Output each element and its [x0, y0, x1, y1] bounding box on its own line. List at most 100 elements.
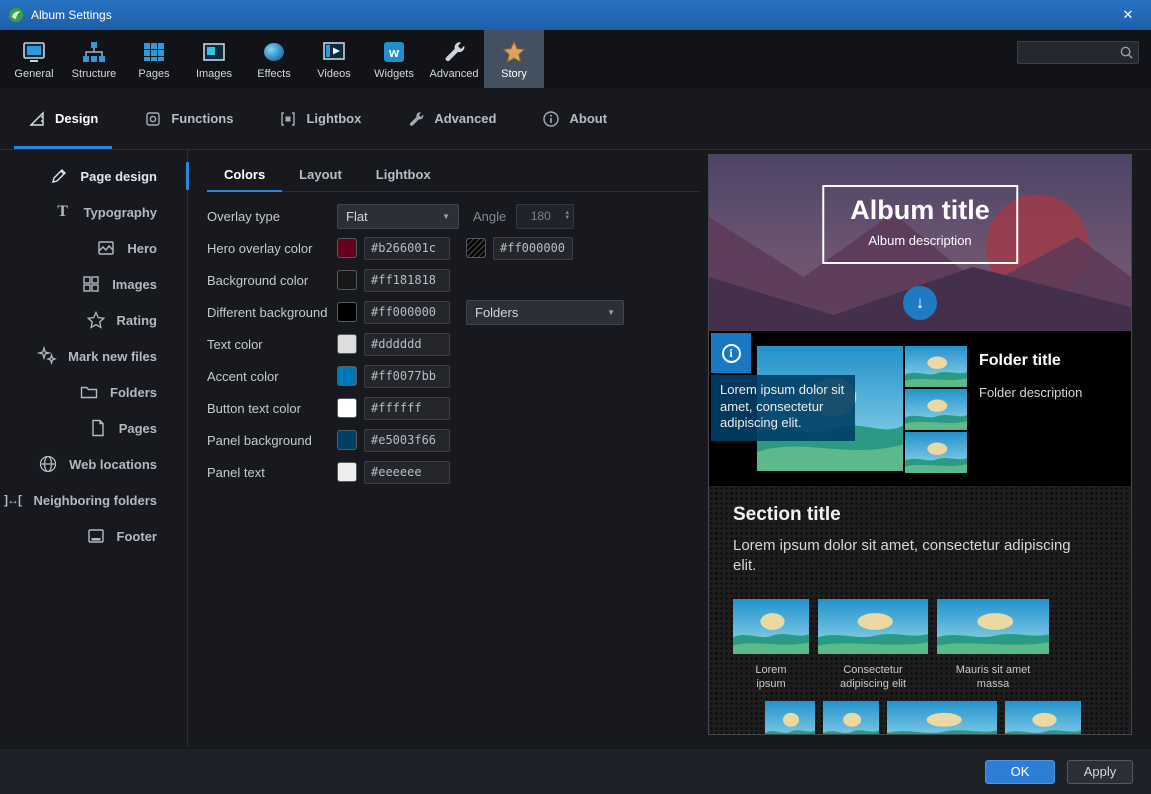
different-background-input[interactable]: [364, 301, 450, 324]
dropdown-value: Folders: [475, 305, 518, 320]
sidebar-item-rating[interactable]: Rating: [0, 302, 187, 338]
footer-icon: [86, 526, 106, 546]
neighboring-folders-icon: ]↔[: [3, 490, 23, 510]
row-hero-overlay-color: Hero overlay color: [207, 232, 701, 264]
overlay-type-dropdown[interactable]: Flat ▼: [337, 204, 459, 229]
titlebar: Album Settings ✕: [0, 0, 1151, 30]
sidebar-item-label: Images: [112, 277, 157, 292]
toolbar-item-images[interactable]: Images: [184, 30, 244, 88]
different-background-swatch[interactable]: [337, 302, 357, 322]
toolbar-item-videos[interactable]: Videos: [304, 30, 364, 88]
panel-background-input[interactable]: [364, 429, 450, 452]
grid-icon: [81, 274, 101, 294]
close-button[interactable]: ✕: [1105, 0, 1151, 30]
toolbar-item-effects[interactable]: Effects: [244, 30, 304, 88]
tab-advanced[interactable]: Advanced: [407, 88, 496, 149]
tab-design[interactable]: Design: [28, 88, 98, 149]
preview-hero: Album title Album description ↓: [709, 155, 1131, 331]
sidebar-item-typography[interactable]: T Typography: [0, 194, 187, 230]
sidebar-item-footer[interactable]: Footer: [0, 518, 187, 554]
apply-button[interactable]: Apply: [1067, 760, 1133, 784]
sidebar-item-hero[interactable]: Hero: [0, 230, 187, 266]
field-label: Overlay type: [207, 209, 337, 224]
sidebar-item-label: Hero: [127, 241, 157, 256]
spinner-down-icon[interactable]: ▼: [564, 216, 570, 221]
button-text-color-input[interactable]: [364, 397, 450, 420]
toolbar-item-advanced[interactable]: Advanced: [424, 30, 484, 88]
folder-thumb: [905, 432, 967, 473]
toolbar-item-structure[interactable]: Structure: [64, 30, 124, 88]
toolbar-item-label: Story: [501, 68, 527, 80]
hero-overlay-color2-swatch[interactable]: [466, 238, 486, 258]
tab-lightbox[interactable]: Lightbox: [279, 88, 361, 149]
sidebar-item-images[interactable]: Images: [0, 266, 187, 302]
search-input[interactable]: [1018, 46, 1119, 60]
folder-side-images: [905, 346, 967, 471]
subtab-layout[interactable]: Layout: [282, 158, 359, 191]
wrench-icon: [407, 110, 425, 128]
hero-overlay-color-input[interactable]: [364, 237, 450, 260]
app-logo-icon: [8, 7, 24, 23]
row-accent-color: Accent color: [207, 360, 701, 392]
folder-thumb: [905, 389, 967, 430]
text-color-input[interactable]: [364, 333, 450, 356]
tab-functions[interactable]: Functions: [144, 88, 233, 149]
general-icon: [21, 39, 47, 65]
thumbnail: Consectetur adipiscing elit: [818, 599, 928, 692]
scroll-down-button: ↓: [903, 286, 937, 320]
background-color-input[interactable]: [364, 269, 450, 292]
panel-text-input[interactable]: [364, 461, 450, 484]
sidebar-item-folders[interactable]: Folders: [0, 374, 187, 410]
ok-button[interactable]: OK: [985, 760, 1055, 784]
hero-overlay-color-swatch[interactable]: [337, 238, 357, 258]
sidebar-item-label: Typography: [84, 205, 157, 220]
down-arrow-icon: ↓: [916, 293, 925, 313]
info-icon: [542, 110, 560, 128]
thumbnail-image: [818, 599, 928, 654]
main-toolbar: General Structure Pages Images Effects: [0, 30, 1151, 88]
toolbar-item-label: Pages: [138, 68, 169, 80]
design-icon: [28, 110, 46, 128]
album-title-box: Album title Album description: [822, 185, 1018, 264]
row-text-color: Text color: [207, 328, 701, 360]
row-different-background: Different background Folders ▼: [207, 296, 701, 328]
star-icon: [86, 310, 106, 330]
text-color-swatch[interactable]: [337, 334, 357, 354]
sidebar-item-neighboring-folders[interactable]: ]↔[ Neighboring folders: [0, 482, 187, 518]
toolbar-item-widgets[interactable]: w Widgets: [364, 30, 424, 88]
subtab-colors[interactable]: Colors: [207, 158, 282, 191]
document-icon: [88, 418, 108, 438]
field-label: Text color: [207, 337, 337, 352]
sidebar-item-pages[interactable]: Pages: [0, 410, 187, 446]
spinner-buttons[interactable]: ▲ ▼: [564, 211, 573, 221]
hero-overlay-color2-input[interactable]: [493, 237, 573, 260]
thumbnail-image: [937, 599, 1049, 654]
accent-color-input[interactable]: [364, 365, 450, 388]
tab-about[interactable]: About: [542, 88, 607, 149]
dialog-footer: OK Apply: [0, 748, 1151, 794]
tab-label: Lightbox: [306, 111, 361, 126]
panel-text-swatch[interactable]: [337, 462, 357, 482]
typography-icon: T: [53, 202, 73, 222]
sidebar-item-mark-new-files[interactable]: Mark new files: [0, 338, 187, 374]
accent-color-swatch[interactable]: [337, 366, 357, 386]
main-content: Page design T Typography Hero Images: [0, 150, 1151, 748]
background-color-swatch[interactable]: [337, 270, 357, 290]
button-text-color-swatch[interactable]: [337, 398, 357, 418]
subtab-lightbox[interactable]: Lightbox: [359, 158, 448, 191]
angle-input[interactable]: [517, 209, 564, 223]
sidebar-item-label: Pages: [119, 421, 157, 436]
search-box: [1017, 41, 1139, 64]
toolbar-item-general[interactable]: General: [4, 30, 64, 88]
toolbar-item-story[interactable]: Story: [484, 30, 544, 88]
sidebar-item-web-locations[interactable]: Web locations: [0, 446, 187, 482]
chevron-down-icon: ▼: [607, 308, 615, 317]
thumbnail-image: [733, 599, 809, 654]
angle-label: Angle: [473, 209, 506, 224]
panel-background-swatch[interactable]: [337, 430, 357, 450]
sidebar-item-page-design[interactable]: Page design: [0, 158, 187, 194]
skin-tabs: Design Functions Lightbox Advanced About: [0, 88, 1151, 150]
thumbnail-image: [765, 701, 815, 734]
toolbar-item-pages[interactable]: Pages: [124, 30, 184, 88]
different-background-dropdown[interactable]: Folders ▼: [466, 300, 624, 325]
